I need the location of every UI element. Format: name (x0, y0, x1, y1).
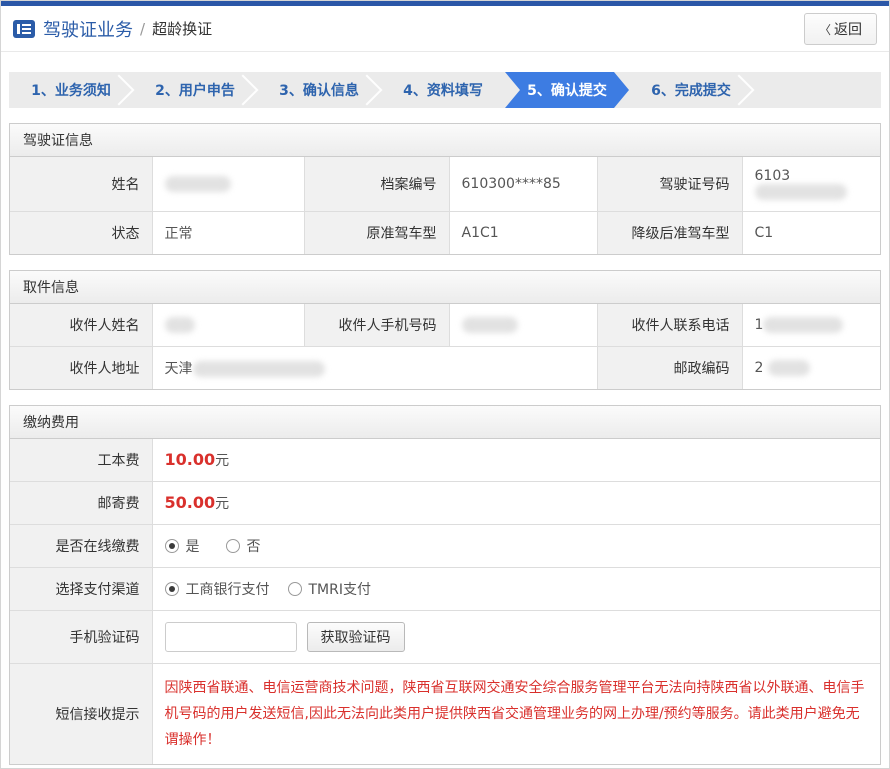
redacted-value (754, 184, 847, 200)
page-title: 超龄换证 (152, 20, 213, 38)
name-label: 姓名 (10, 157, 153, 212)
table-row: 姓名 档案编号 610300****85 驾驶证号码 6103 (10, 157, 880, 212)
online-yes-radio[interactable]: 是 (164, 536, 200, 556)
channel-options: 工商银行支付 TMRI支付 (151, 567, 880, 611)
pickup-info-panel: 取件信息 收件人姓名 收件人手机号码 收件人联系电话 1 收件人地址 天津 邮政… (9, 270, 881, 390)
file-no-label: 档案编号 (303, 157, 450, 212)
postal-code-value: 2 (741, 346, 880, 389)
step-4-fill-materials[interactable]: 4、资料填写 (381, 72, 505, 108)
postage-fee-label: 邮寄费 (10, 481, 153, 525)
table-row: 工本费 10.00元 (10, 439, 880, 482)
main-content: 驾驶证信息 姓名 档案编号 610300****85 驾驶证号码 6103 状态… (1, 123, 889, 765)
sms-notice-text-cell: 因陕西省联通、电信运营商技术问题，陕西省互联网交通安全综合服务管理平台无法向持陕… (151, 663, 880, 764)
name-value (151, 157, 305, 212)
table-row: 是否在线缴费 是 否 (10, 524, 880, 568)
radio-unchecked-icon[interactable] (225, 539, 240, 553)
channel-tmri-radio[interactable]: TMRI支付 (287, 579, 371, 599)
status-value: 正常 (151, 211, 305, 254)
recipient-phone-label: 收件人联系电话 (596, 304, 743, 347)
sms-notice-text: 因陕西省联通、电信运营商技术问题，陕西省互联网交通安全综合服务管理平台无法向持陕… (164, 680, 865, 748)
postage-fee-value: 50.00元 (151, 481, 880, 525)
step-progress-bar: 1、业务须知 2、用户申告 3、确认信息 4、资料填写 5、确认提交 6、完成提… (9, 72, 881, 108)
production-fee-value: 10.00元 (151, 439, 880, 482)
redacted-value (763, 317, 844, 333)
license-info-table: 姓名 档案编号 610300****85 驾驶证号码 6103 状态 正常 原准… (10, 157, 880, 254)
step-3-confirm-info[interactable]: 3、确认信息 (257, 72, 381, 108)
table-row: 邮寄费 50.00元 (10, 481, 880, 525)
table-row: 短信接收提示 因陕西省联通、电信运营商技术问题，陕西省互联网交通安全综合服务管理… (10, 663, 880, 764)
pickup-info-title: 取件信息 (10, 271, 880, 304)
table-row: 收件人地址 天津 邮政编码 2 (10, 346, 880, 389)
production-fee-label: 工本费 (10, 439, 153, 482)
step-5-confirm-submit[interactable]: 5、确认提交 (505, 72, 629, 108)
downgraded-class-value: C1 (741, 211, 880, 254)
online-payment-label: 是否在线缴费 (10, 524, 153, 568)
license-business-icon (13, 19, 35, 38)
back-label: 返回 (834, 21, 862, 38)
recipient-address-label: 收件人地址 (10, 346, 153, 389)
recipient-name-value (151, 304, 305, 347)
app-title: 驾驶证业务 (43, 19, 133, 41)
status-label: 状态 (10, 211, 153, 254)
recipient-mobile-value (448, 304, 598, 347)
downgraded-class-label: 降级后准驾车型 (596, 211, 743, 254)
redacted-value (767, 360, 810, 376)
sms-notice-label: 短信接收提示 (10, 663, 153, 764)
recipient-phone-value: 1 (741, 304, 880, 347)
breadcrumb-divider: / (140, 19, 146, 38)
redacted-value (461, 317, 518, 333)
postal-code-label: 邮政编码 (596, 346, 743, 389)
step-2-user-declaration[interactable]: 2、用户申告 (133, 72, 257, 108)
file-no-value: 610300****85 (448, 157, 598, 212)
license-no-value: 6103 (741, 157, 880, 212)
recipient-address-value: 天津 (151, 346, 598, 389)
license-info-title: 驾驶证信息 (10, 124, 880, 157)
sms-code-label: 手机验证码 (10, 610, 153, 664)
license-no-label: 驾驶证号码 (596, 157, 743, 212)
redacted-value (192, 361, 325, 377)
payment-title: 缴纳费用 (10, 406, 880, 439)
pickup-info-table: 收件人姓名 收件人手机号码 收件人联系电话 1 收件人地址 天津 邮政编码 2 (10, 304, 880, 389)
back-button[interactable]: 〈返回 (803, 12, 877, 45)
table-row: 状态 正常 原准驾车型 A1C1 降级后准驾车型 C1 (10, 211, 880, 254)
channel-label: 选择支付渠道 (10, 567, 153, 611)
online-payment-options: 是 否 (151, 524, 880, 568)
payment-table: 工本费 10.00元 邮寄费 50.00元 是否在线缴费 是 否 选择支付渠道 … (10, 439, 880, 764)
license-info-panel: 驾驶证信息 姓名 档案编号 610300****85 驾驶证号码 6103 状态… (9, 123, 881, 255)
radio-checked-icon[interactable] (164, 539, 179, 553)
redacted-value (164, 317, 195, 333)
sms-code-cell: 获取验证码 (151, 610, 880, 664)
page: 驾驶证业务 / 超龄换证 〈返回 1、业务须知 2、用户申告 3、确认信息 4、… (0, 0, 890, 769)
get-code-button[interactable]: 获取验证码 (306, 622, 405, 652)
orig-class-label: 原准驾车型 (303, 211, 450, 254)
header: 驾驶证业务 / 超龄换证 〈返回 (1, 6, 889, 52)
step-6-finish-submit[interactable]: 6、完成提交 (629, 72, 753, 108)
table-row: 选择支付渠道 工商银行支付 TMRI支付 (10, 567, 880, 611)
online-no-radio[interactable]: 否 (225, 536, 261, 556)
redacted-value (164, 176, 231, 192)
table-row: 收件人姓名 收件人手机号码 收件人联系电话 1 (10, 304, 880, 347)
sms-code-input[interactable] (164, 622, 297, 652)
radio-unchecked-icon[interactable] (287, 582, 302, 596)
payment-panel: 缴纳费用 工本费 10.00元 邮寄费 50.00元 是否在线缴费 是 否 选择… (9, 405, 881, 765)
table-row: 手机验证码 获取验证码 (10, 610, 880, 664)
recipient-mobile-label: 收件人手机号码 (303, 304, 450, 347)
radio-checked-icon[interactable] (164, 582, 179, 596)
channel-icbc-radio[interactable]: 工商银行支付 (164, 579, 270, 599)
orig-class-value: A1C1 (448, 211, 598, 254)
step-1-business-notice[interactable]: 1、业务须知 (9, 72, 133, 108)
chevron-left-icon: 〈 (818, 22, 831, 37)
recipient-name-label: 收件人姓名 (10, 304, 153, 347)
